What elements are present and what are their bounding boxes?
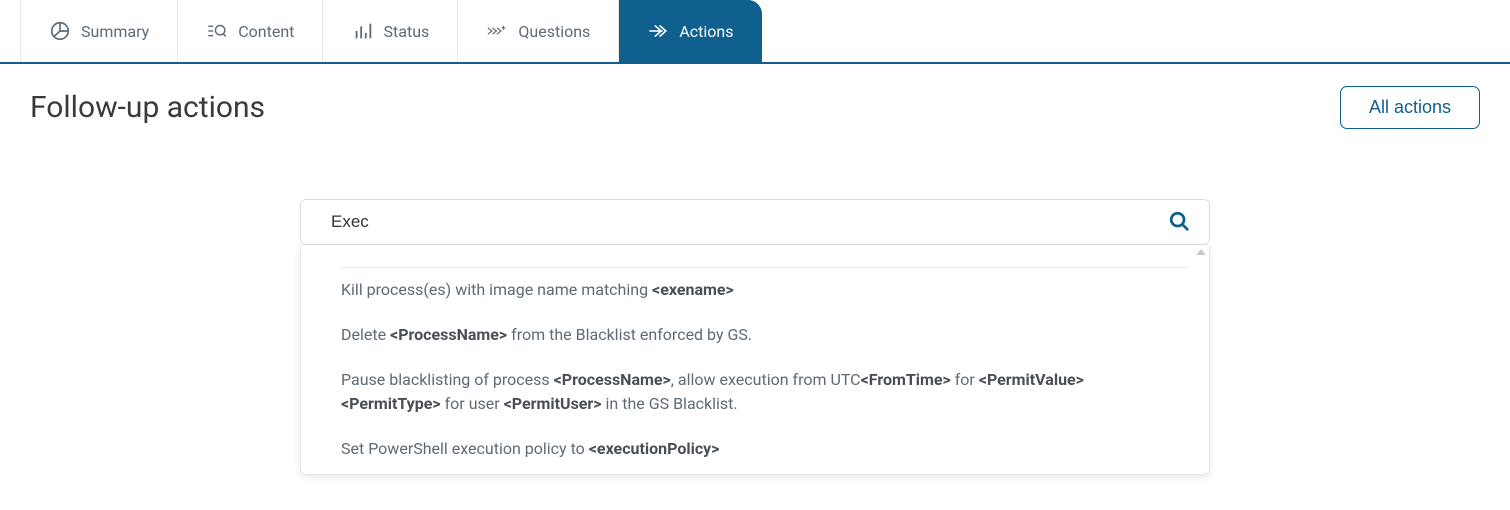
search-icon [1168, 210, 1190, 235]
tab-status[interactable]: Status [323, 0, 458, 62]
tab-summary[interactable]: Summary [20, 0, 178, 62]
placeholder-token: <FromTime> [861, 370, 951, 389]
tab-label: Actions [679, 22, 733, 41]
result-text: Delete [341, 325, 390, 344]
tab-questions[interactable]: Questions [458, 0, 619, 62]
tab-bar: Summary Content Status Questions Actions [0, 0, 1510, 64]
result-text: for [951, 370, 979, 389]
arrow-right-icon [647, 20, 669, 42]
result-item[interactable]: Pause blacklisting of process <ProcessNa… [301, 358, 1209, 428]
placeholder-token: <ProcessName> [554, 370, 671, 389]
result-text: Kill process(es) with image name matchin… [341, 280, 652, 299]
tab-actions[interactable]: Actions [619, 0, 762, 62]
scroll-up-arrow-icon [1196, 249, 1206, 255]
tab-label: Content [238, 22, 294, 41]
result-item[interactable]: Kill process(es) with image name matchin… [301, 268, 1209, 313]
pie-chart-icon [49, 20, 71, 42]
result-text: in the GS Blacklist. [602, 394, 738, 413]
search-input[interactable] [331, 212, 1165, 232]
placeholder-token: <executionPolicy> [589, 439, 720, 458]
tab-label: Questions [518, 22, 590, 41]
bar-chart-icon [352, 20, 374, 42]
tab-content[interactable]: Content [178, 0, 323, 62]
result-item[interactable]: Delete <ProcessName> from the Blacklist … [301, 313, 1209, 358]
placeholder-token: <PermitValue> [979, 370, 1084, 389]
search-container: Kill process(es) with image name matchin… [300, 199, 1210, 475]
placeholder-token: <exename> [652, 280, 734, 299]
search-results-dropdown: Kill process(es) with image name matchin… [300, 245, 1210, 475]
result-item[interactable]: Set PowerShell execution policy to <exec… [301, 427, 1209, 472]
result-text: Pause blacklisting of process [341, 370, 554, 389]
search-list-icon [206, 20, 228, 42]
scrollbar[interactable] [1196, 249, 1206, 470]
page-header: Follow-up actions All actions [0, 64, 1510, 139]
page-title: Follow-up actions [30, 90, 265, 125]
tab-label: Status [384, 22, 430, 41]
placeholder-token: <PermitType> [341, 394, 441, 413]
result-text: from the Blacklist enforced by GS. [507, 325, 752, 344]
search-input-box [300, 199, 1210, 245]
result-text: Set PowerShell execution policy to [341, 439, 589, 458]
tab-label: Summary [81, 22, 149, 41]
result-text: for user [441, 394, 504, 413]
placeholder-token: <ProcessName> [390, 325, 507, 344]
placeholder-token: <PermitUser> [504, 394, 602, 413]
result-text: , allow execution from UTC [671, 370, 861, 389]
fast-forward-plus-icon [486, 20, 508, 42]
dropdown-list: Kill process(es) with image name matchin… [301, 267, 1209, 475]
all-actions-button[interactable]: All actions [1340, 86, 1480, 129]
search-button[interactable] [1165, 208, 1193, 236]
